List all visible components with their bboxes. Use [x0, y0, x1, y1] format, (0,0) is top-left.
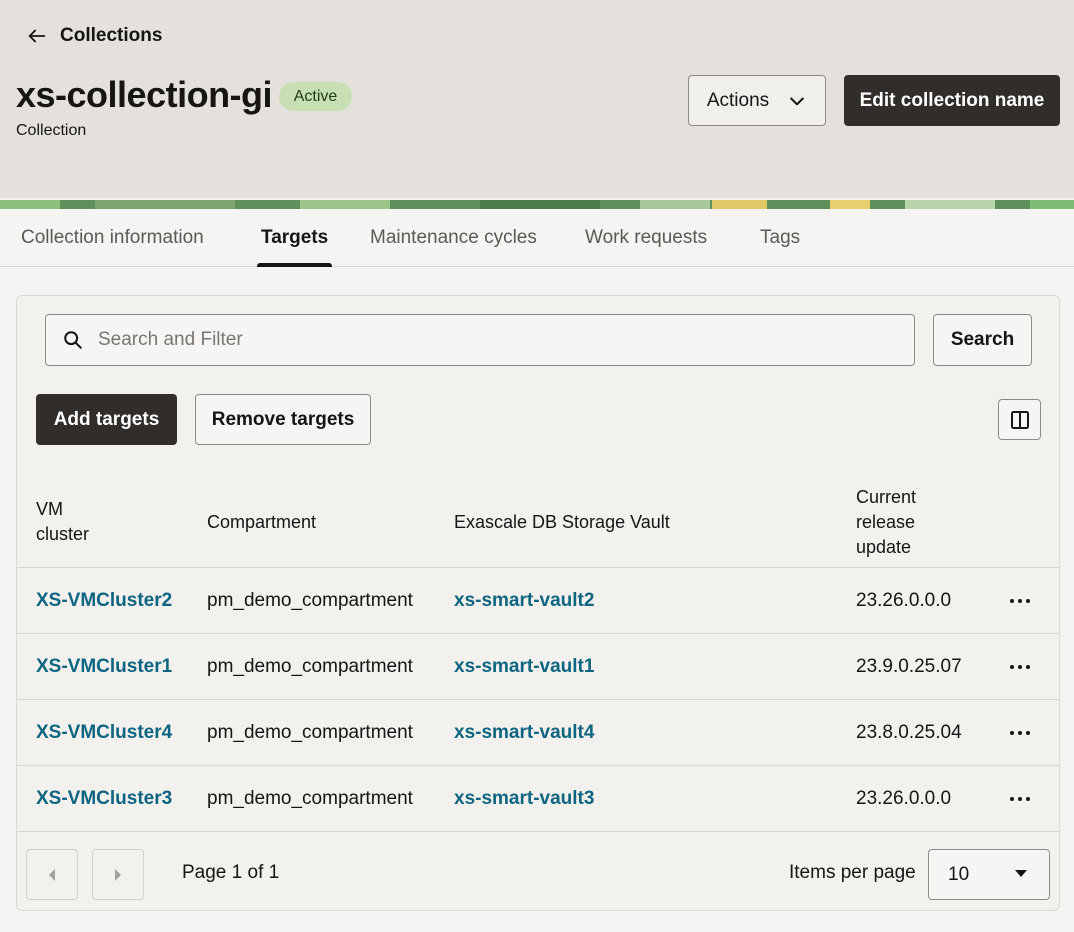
decorative-banner: [0, 198, 1074, 209]
search-input[interactable]: [98, 329, 878, 351]
compartment-cell: pm_demo_compartment: [207, 722, 413, 743]
column-header-label: Current release update: [856, 486, 917, 557]
column-settings-button[interactable]: [998, 399, 1041, 440]
items-per-page-value: 10: [948, 863, 970, 885]
compartment-cell: pm_demo_compartment: [207, 656, 413, 677]
page-info: Page 1 of 1: [182, 862, 280, 883]
column-header-label: VM cluster: [36, 499, 90, 544]
status-badge: Active: [279, 82, 352, 111]
caret-right-icon: [115, 868, 121, 881]
back-to-collections-link[interactable]: Collections: [26, 24, 162, 48]
add-targets-button[interactable]: Add targets: [36, 394, 177, 445]
caret-down-icon: [1015, 870, 1027, 877]
table-row: XS-VMCluster1 pm_demo_compartment xs-sma…: [17, 634, 1059, 700]
search-button[interactable]: Search: [933, 314, 1032, 366]
tab-bar: Collection information Targets Maintenan…: [0, 209, 1074, 267]
vault-link[interactable]: xs-smart-vault3: [454, 766, 594, 832]
column-header-vault[interactable]: Exascale DB Storage Vault: [454, 476, 670, 568]
table-header: VM cluster Compartment Exascale DB Stora…: [17, 476, 1059, 568]
tab-targets[interactable]: Targets: [256, 209, 333, 267]
compartment-cell: pm_demo_compartment: [207, 788, 413, 809]
back-link-label: Collections: [60, 25, 163, 46]
release-cell: 23.26.0.0.0: [856, 590, 952, 611]
edit-collection-name-button[interactable]: Edit collection name: [844, 75, 1060, 126]
search-field: [45, 314, 915, 366]
row-actions-icon[interactable]: [1005, 721, 1035, 745]
table-row: XS-VMCluster2 pm_demo_compartment xs-sma…: [17, 568, 1059, 634]
actions-button-label: Actions: [706, 89, 770, 111]
vault-link[interactable]: xs-smart-vault1: [454, 634, 594, 700]
vm-cluster-link[interactable]: XS-VMCluster4: [36, 700, 172, 766]
table-row: XS-VMCluster4 pm_demo_compartment xs-sma…: [17, 700, 1059, 766]
release-cell: 23.26.0.0.0: [856, 788, 952, 809]
tab-maintenance-cycles[interactable]: Maintenance cycles: [370, 209, 537, 267]
items-per-page-select[interactable]: 10: [928, 849, 1050, 900]
column-header-release[interactable]: Current release update: [856, 476, 946, 568]
page-header: Collections xs-collection-gi Active Coll…: [0, 0, 1074, 198]
remove-targets-button[interactable]: Remove targets: [195, 394, 371, 445]
row-actions-icon[interactable]: [1005, 589, 1035, 613]
vm-cluster-link[interactable]: XS-VMCluster3: [36, 766, 172, 832]
vm-cluster-link[interactable]: XS-VMCluster2: [36, 568, 172, 634]
vault-link[interactable]: xs-smart-vault4: [454, 700, 594, 766]
tab-work-requests[interactable]: Work requests: [585, 209, 707, 267]
row-actions-icon[interactable]: [1005, 655, 1035, 679]
page-subtitle: Collection: [16, 122, 87, 139]
column-header-vm-cluster[interactable]: VM cluster: [36, 476, 146, 568]
tab-tags[interactable]: Tags: [760, 209, 800, 267]
row-actions-icon[interactable]: [1005, 787, 1035, 811]
actions-menu-button[interactable]: Actions: [688, 75, 826, 126]
compartment-cell: pm_demo_compartment: [207, 590, 413, 611]
chevron-down-icon: [790, 97, 804, 105]
vault-link[interactable]: xs-smart-vault2: [454, 568, 594, 634]
arrow-left-icon: [28, 29, 46, 43]
items-per-page-label: Items per page: [789, 862, 916, 883]
previous-page-button[interactable]: [26, 849, 78, 900]
search-icon: [64, 331, 82, 349]
tab-collection-information[interactable]: Collection information: [21, 209, 204, 267]
columns-icon: [1010, 410, 1029, 429]
release-cell: 23.9.0.25.07: [856, 656, 962, 677]
next-page-button[interactable]: [92, 849, 144, 900]
release-cell: 23.8.0.25.04: [856, 722, 962, 743]
caret-left-icon: [49, 868, 55, 881]
page-title: xs-collection-gi: [16, 74, 273, 115]
table-row: XS-VMCluster3 pm_demo_compartment xs-sma…: [17, 766, 1059, 832]
vm-cluster-link[interactable]: XS-VMCluster1: [36, 634, 172, 700]
targets-panel: Search Add targets Remove targets VM clu…: [16, 295, 1060, 911]
column-header-compartment[interactable]: Compartment: [207, 476, 316, 568]
